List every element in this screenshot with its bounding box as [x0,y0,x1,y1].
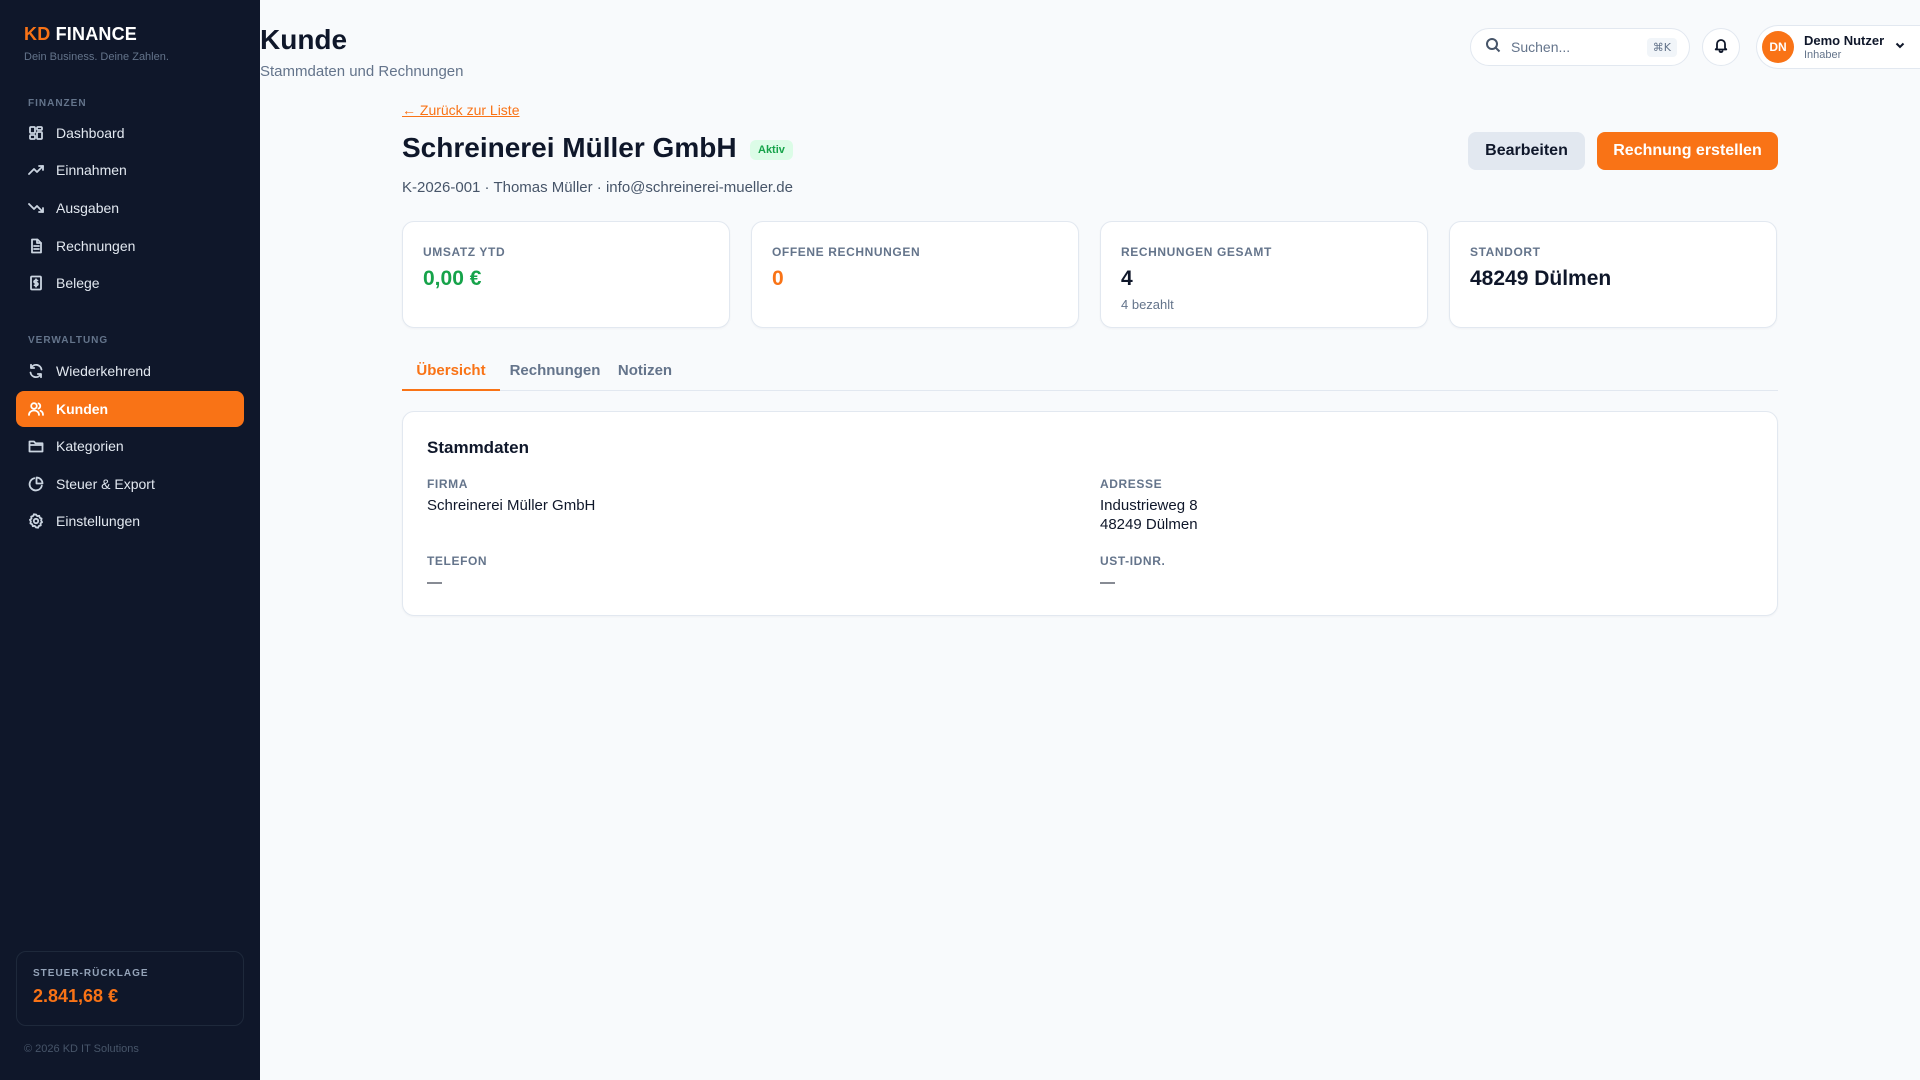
tab-bar: Übersicht Rechnungen Notizen [402,352,1778,391]
sidebar: KD FINANCE Dein Business. Deine Zahlen. … [0,0,260,1080]
page-title: Kunde [260,24,348,55]
sidebar-item-label: Dashboard [56,125,125,141]
receipt-icon [28,275,44,291]
edit-button[interactable]: Bearbeiten [1468,132,1585,170]
search-shortcut: ⌘K [1646,37,1677,57]
sidebar-item-einnahmen[interactable]: Einnahmen [16,152,244,188]
stat-value: 0,00 € [423,267,482,290]
sidebar-item-kunden[interactable]: Kunden [16,391,244,427]
tab-label: Rechnungen [509,362,601,379]
folder-icon [28,438,44,454]
stat-value: 4 [1121,267,1133,290]
stat-card-revenue: UMSATZ YTD 0,00 € [402,221,730,328]
tab-notes[interactable]: Notizen [610,352,680,391]
tab-overview[interactable]: Übersicht [402,352,500,391]
create-invoice-button[interactable]: Rechnung erstellen [1597,132,1778,170]
sidebar-item-dashboard[interactable]: Dashboard [16,115,244,151]
user-info: Demo Nutzer Inhaber [1804,33,1884,61]
gear-icon [28,513,44,529]
copyright: © 2026 KD IT Solutions [24,1043,139,1055]
nav-section-admin: VERWALTUNG [28,335,109,346]
user-role: Inhaber [1804,49,1842,61]
avatar: DN [1762,31,1794,63]
sidebar-item-label: Ausgaben [56,200,120,216]
chevron-down-icon [1894,38,1906,56]
sidebar-item-ausgaben[interactable]: Ausgaben [16,190,244,226]
card-title: Stammdaten [427,438,530,457]
brand-prefix: KD [24,24,51,44]
bell-icon [1713,37,1729,58]
stat-value: 0 [772,267,784,290]
pie-chart-icon [28,476,44,492]
stat-card-open-invoices: OFFENE RECHNUNGEN 0 [751,221,1079,328]
user-name: Demo Nutzer [1804,33,1885,48]
nav-section-finance: FINANZEN [28,98,87,109]
customer-name: Schreinerei Müller GmbH [402,132,737,163]
brand-tagline: Dein Business. Deine Zahlen. [24,51,169,63]
stat-card-invoices-total: RECHNUNGEN GESAMT 4 4 bezahlt [1100,221,1428,328]
dashboard-icon [28,125,44,141]
page-subtitle: Stammdaten und Rechnungen [260,63,464,80]
stat-sub: 4 bezahlt [1121,297,1174,312]
sidebar-item-rechnungen[interactable]: Rechnungen [16,228,244,264]
vat-value: — [1100,574,1115,591]
tab-label: Notizen [617,362,673,379]
tab-label: Übersicht [416,362,486,379]
users-icon [28,401,44,417]
address-label: ADRESSE [1100,477,1163,491]
search-input[interactable] [1511,39,1631,55]
sidebar-item-einstellungen[interactable]: Einstellungen [16,503,244,539]
phone-label: TELEFON [427,554,488,568]
stat-label: RECHNUNGEN GESAMT [1121,245,1272,259]
stat-card-location: STANDORT 48249 Dülmen [1449,221,1777,328]
tax-reserve-card: STEUER-RÜCKLAGE 2.841,68 € [16,951,244,1026]
sidebar-item-wiederkehrend[interactable]: Wiederkehrend [16,353,244,389]
vat-label: UST-IDNR. [1100,554,1166,568]
sidebar-item-label: Wiederkehrend [56,363,151,379]
brand-logo[interactable]: KD FINANCE Dein Business. Deine Zahlen. [24,24,169,63]
brand-title: KD FINANCE [24,24,169,45]
refresh-icon [28,363,44,379]
sidebar-item-label: Rechnungen [56,238,136,254]
sidebar-item-label: Einnahmen [56,162,127,178]
document-icon [28,238,44,254]
sidebar-item-kategorien[interactable]: Kategorien [16,428,244,464]
notifications-button[interactable] [1702,28,1740,66]
brand-name: FINANCE [55,24,138,44]
company-value: Schreinerei Müller GmbH [427,497,596,514]
address-line2: 48249 Dülmen [1100,516,1198,533]
search-bar[interactable]: ⌘K [1470,28,1690,66]
address-line1: Industrieweg 8 [1100,497,1198,514]
stat-label: OFFENE RECHNUNGEN [772,245,921,259]
stat-label: UMSATZ YTD [423,245,506,259]
stat-value: 48249 Dülmen [1470,267,1612,290]
sidebar-item-steuer-export[interactable]: Steuer & Export [16,466,244,502]
master-data-card: Stammdaten FIRMA Schreinerei Müller GmbH… [402,411,1778,616]
tab-invoices[interactable]: Rechnungen [509,352,601,391]
sidebar-item-label: Kunden [56,401,109,417]
trending-up-icon [28,162,44,178]
sidebar-item-label: Belege [56,275,100,291]
trending-down-icon [28,200,44,216]
tax-reserve-label: STEUER-RÜCKLAGE [33,968,149,979]
tax-reserve-value: 2.841,68 € [33,986,119,1006]
phone-value: — [427,574,442,591]
sidebar-item-label: Steuer & Export [56,476,155,492]
back-to-list-link[interactable]: ← Zurück zur Liste [402,102,519,118]
sidebar-item-label: Einstellungen [56,513,141,529]
status-badge: Aktiv [750,140,793,160]
stat-label: STANDORT [1470,245,1541,259]
user-menu[interactable]: DN Demo Nutzer Inhaber [1756,25,1920,69]
company-label: FIRMA [427,477,468,491]
sidebar-item-label: Kategorien [56,438,124,454]
customer-meta: K-2026-001 · Thomas Müller · info@schrei… [402,179,793,196]
search-icon [1485,37,1501,58]
sidebar-item-belege[interactable]: Belege [16,265,244,301]
